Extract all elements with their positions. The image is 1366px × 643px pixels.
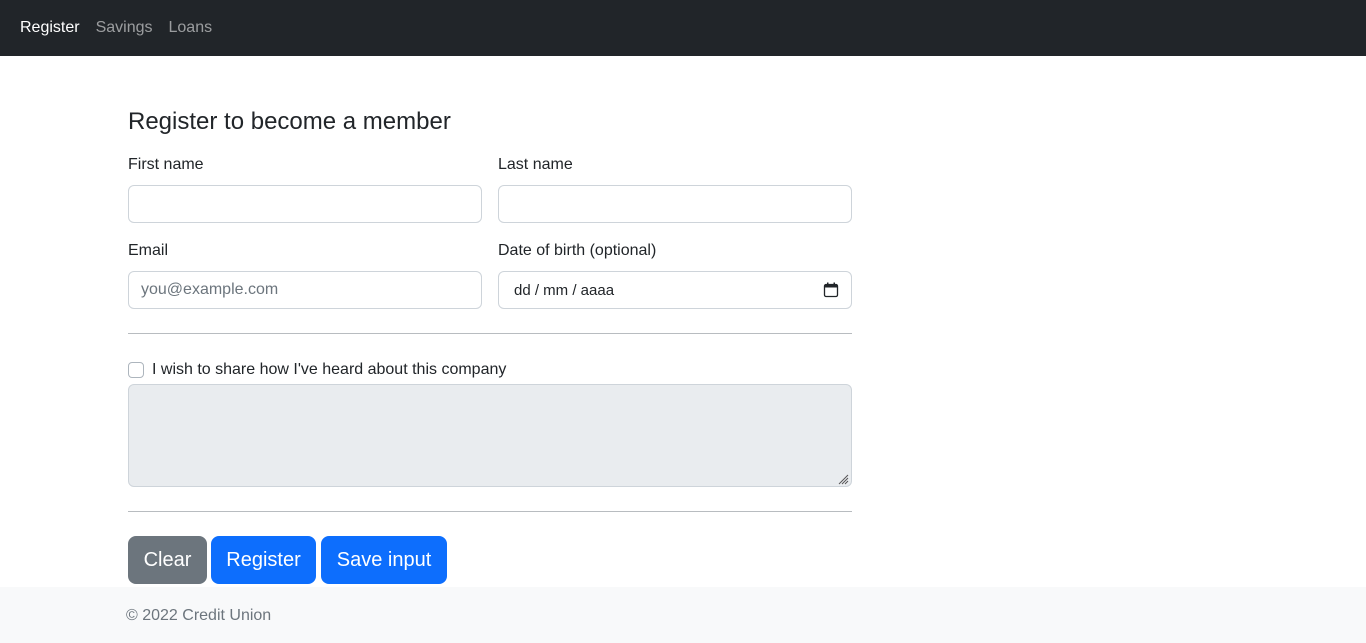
share-checkbox-label[interactable]: I wish to share how I've heard about thi… xyxy=(152,361,506,379)
first-name-label: First name xyxy=(128,156,204,173)
save-input-button[interactable]: Save input xyxy=(321,536,447,584)
dob-label: Date of birth (optional) xyxy=(498,242,657,259)
share-textarea[interactable] xyxy=(128,384,852,487)
share-checkbox-row: I wish to share how I've heard about thi… xyxy=(128,361,506,379)
dob-date-input[interactable]: dd / mm / aaaa xyxy=(498,271,852,309)
share-checkbox[interactable] xyxy=(128,362,144,378)
top-navbar: Register Savings Loans xyxy=(0,0,1366,56)
first-name-input[interactable] xyxy=(128,185,482,223)
divider xyxy=(128,511,852,512)
email-label: Email xyxy=(128,242,169,259)
clear-button[interactable]: Clear xyxy=(128,536,207,584)
page-title: Register to become a member xyxy=(128,108,451,135)
divider xyxy=(128,333,852,334)
email-input[interactable] xyxy=(128,271,482,309)
footer: © 2022 Credit Union xyxy=(0,587,1366,643)
last-name-input[interactable] xyxy=(498,185,852,223)
dob-date-value: dd / mm / aaaa xyxy=(514,281,615,299)
last-name-label: Last name xyxy=(498,156,573,173)
nav-item-register[interactable]: Register xyxy=(20,19,80,37)
calendar-icon[interactable] xyxy=(823,282,839,298)
nav-item-loans[interactable]: Loans xyxy=(169,19,213,37)
resize-handle-icon[interactable] xyxy=(837,472,849,485)
nav-item-savings[interactable]: Savings xyxy=(96,19,153,37)
register-button[interactable]: Register xyxy=(211,536,316,584)
footer-copyright: © 2022 Credit Union xyxy=(126,607,272,624)
